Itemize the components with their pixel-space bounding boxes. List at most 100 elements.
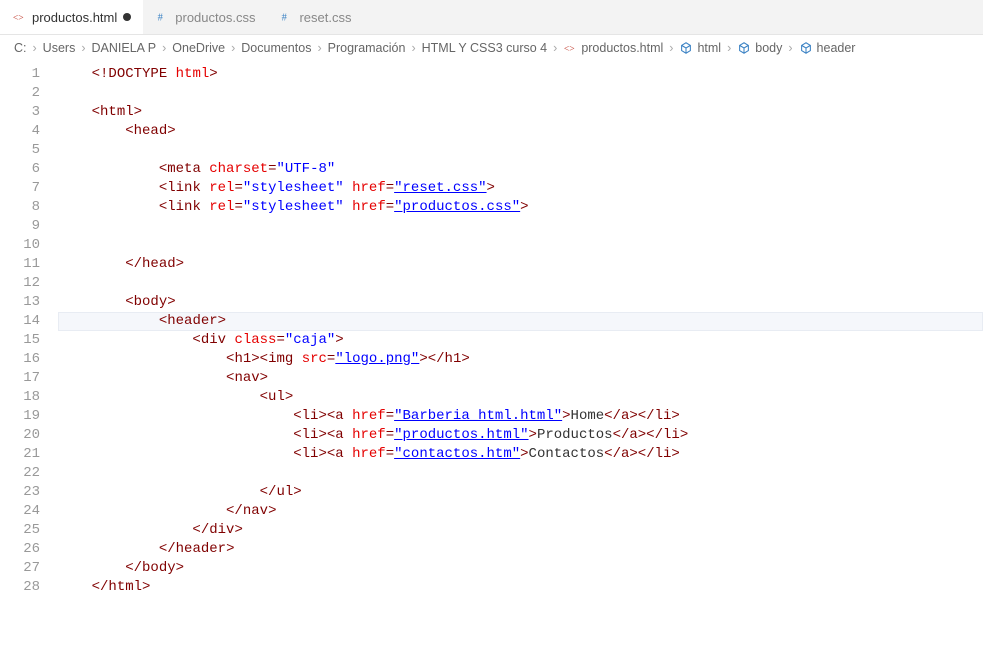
css-file-icon: # (279, 10, 293, 24)
tab-label: productos.html (32, 10, 117, 25)
breadcrumb-segment[interactable]: Programación (328, 41, 406, 55)
line-number: 27 (0, 559, 40, 578)
line-number: 20 (0, 426, 40, 445)
chevron-right-icon: › (727, 41, 731, 55)
code-content[interactable]: <!DOCTYPE html> <html> <head> <meta char… (58, 61, 983, 597)
line-number: 2 (0, 84, 40, 103)
chevron-right-icon: › (81, 41, 85, 55)
line-number: 16 (0, 350, 40, 369)
tab-reset-css[interactable]: # reset.css (267, 0, 363, 34)
code-line[interactable]: <link rel="stylesheet" href="reset.css"> (58, 179, 983, 198)
breadcrumb-segment[interactable]: Users (43, 41, 76, 55)
html-file-icon: <> (12, 10, 26, 24)
tab-label: reset.css (299, 10, 351, 25)
css-file-icon: # (155, 10, 169, 24)
chevron-right-icon: › (411, 41, 415, 55)
code-line[interactable]: <li><a href="productos.html">Productos</… (58, 426, 983, 445)
line-number: 24 (0, 502, 40, 521)
line-number: 9 (0, 217, 40, 236)
tab-productos-css[interactable]: # productos.css (143, 0, 267, 34)
chevron-right-icon: › (33, 41, 37, 55)
tab-label: productos.css (175, 10, 255, 25)
code-line[interactable]: </div> (58, 521, 983, 540)
svg-text:#: # (282, 13, 288, 24)
line-number: 22 (0, 464, 40, 483)
chevron-right-icon: › (669, 41, 673, 55)
line-number: 11 (0, 255, 40, 274)
code-line[interactable]: <head> (58, 122, 983, 141)
symbol-icon (799, 41, 813, 55)
breadcrumb-segment[interactable]: Documentos (241, 41, 311, 55)
line-number: 4 (0, 122, 40, 141)
code-line[interactable]: <li><a href="Barberia_html.html">Home</a… (58, 407, 983, 426)
line-number: 28 (0, 578, 40, 597)
code-editor[interactable]: 1234567891011121314151617181920212223242… (0, 61, 983, 597)
breadcrumb-symbol[interactable]: header (799, 41, 856, 55)
code-line[interactable]: </head> (58, 255, 983, 274)
breadcrumb-symbol[interactable]: html (679, 41, 721, 55)
code-line[interactable]: </ul> (58, 483, 983, 502)
line-number: 3 (0, 103, 40, 122)
code-line[interactable]: </html> (58, 578, 983, 597)
line-number: 26 (0, 540, 40, 559)
chevron-right-icon: › (231, 41, 235, 55)
code-line[interactable]: </header> (58, 540, 983, 559)
chevron-right-icon: › (162, 41, 166, 55)
line-number: 1 (0, 65, 40, 84)
line-number: 23 (0, 483, 40, 502)
code-line[interactable]: <li><a href="contactos.htm">Contactos</a… (58, 445, 983, 464)
svg-text:<>: <> (13, 13, 24, 24)
line-number: 17 (0, 369, 40, 388)
line-number: 12 (0, 274, 40, 293)
chevron-right-icon: › (317, 41, 321, 55)
code-line[interactable] (58, 236, 983, 255)
breadcrumb: C: › Users › DANIELA P › OneDrive › Documentos › P… (0, 35, 983, 61)
svg-text:<>: <> (564, 44, 575, 55)
code-line[interactable]: </nav> (58, 502, 983, 521)
code-line[interactable]: <h1><img src="logo.png"></h1> (58, 350, 983, 369)
tab-bar: <> productos.html # productos.css # reset.css (0, 0, 983, 35)
svg-text:#: # (158, 13, 164, 24)
code-line[interactable]: <div class="caja"> (58, 331, 983, 350)
line-number: 21 (0, 445, 40, 464)
breadcrumb-segment[interactable]: HTML Y CSS3 curso 4 (422, 41, 548, 55)
symbol-icon (737, 41, 751, 55)
chevron-right-icon: › (553, 41, 557, 55)
line-number-gutter: 1234567891011121314151617181920212223242… (0, 61, 58, 597)
tab-productos-html[interactable]: <> productos.html (0, 0, 143, 34)
line-number: 25 (0, 521, 40, 540)
chevron-right-icon: › (788, 41, 792, 55)
breadcrumb-file[interactable]: <>productos.html (563, 41, 663, 55)
line-number: 10 (0, 236, 40, 255)
line-number: 8 (0, 198, 40, 217)
code-line[interactable]: <link rel="stylesheet" href="productos.c… (58, 198, 983, 217)
breadcrumb-segment[interactable]: DANIELA P (92, 41, 157, 55)
code-line[interactable]: <body> (58, 293, 983, 312)
line-number: 5 (0, 141, 40, 160)
code-line[interactable] (58, 464, 983, 483)
line-number: 7 (0, 179, 40, 198)
line-number: 14 (0, 312, 40, 331)
code-line[interactable] (58, 84, 983, 103)
line-number: 19 (0, 407, 40, 426)
code-line[interactable] (58, 274, 983, 293)
code-line[interactable]: <html> (58, 103, 983, 122)
code-line[interactable] (58, 217, 983, 236)
breadcrumb-symbol[interactable]: body (737, 41, 782, 55)
code-line[interactable]: </body> (58, 559, 983, 578)
modified-dot-icon[interactable] (123, 13, 131, 21)
code-line[interactable]: <!DOCTYPE html> (58, 65, 983, 84)
breadcrumb-segment[interactable]: OneDrive (172, 41, 225, 55)
line-number: 18 (0, 388, 40, 407)
line-number: 6 (0, 160, 40, 179)
code-line[interactable] (58, 141, 983, 160)
line-number: 15 (0, 331, 40, 350)
code-line[interactable]: <header> (58, 312, 983, 331)
code-line[interactable]: <nav> (58, 369, 983, 388)
symbol-icon (679, 41, 693, 55)
line-number: 13 (0, 293, 40, 312)
code-line[interactable]: <meta charset="UTF-8" (58, 160, 983, 179)
code-line[interactable]: <ul> (58, 388, 983, 407)
breadcrumb-segment[interactable]: C: (14, 41, 27, 55)
html-file-icon: <> (563, 41, 577, 55)
